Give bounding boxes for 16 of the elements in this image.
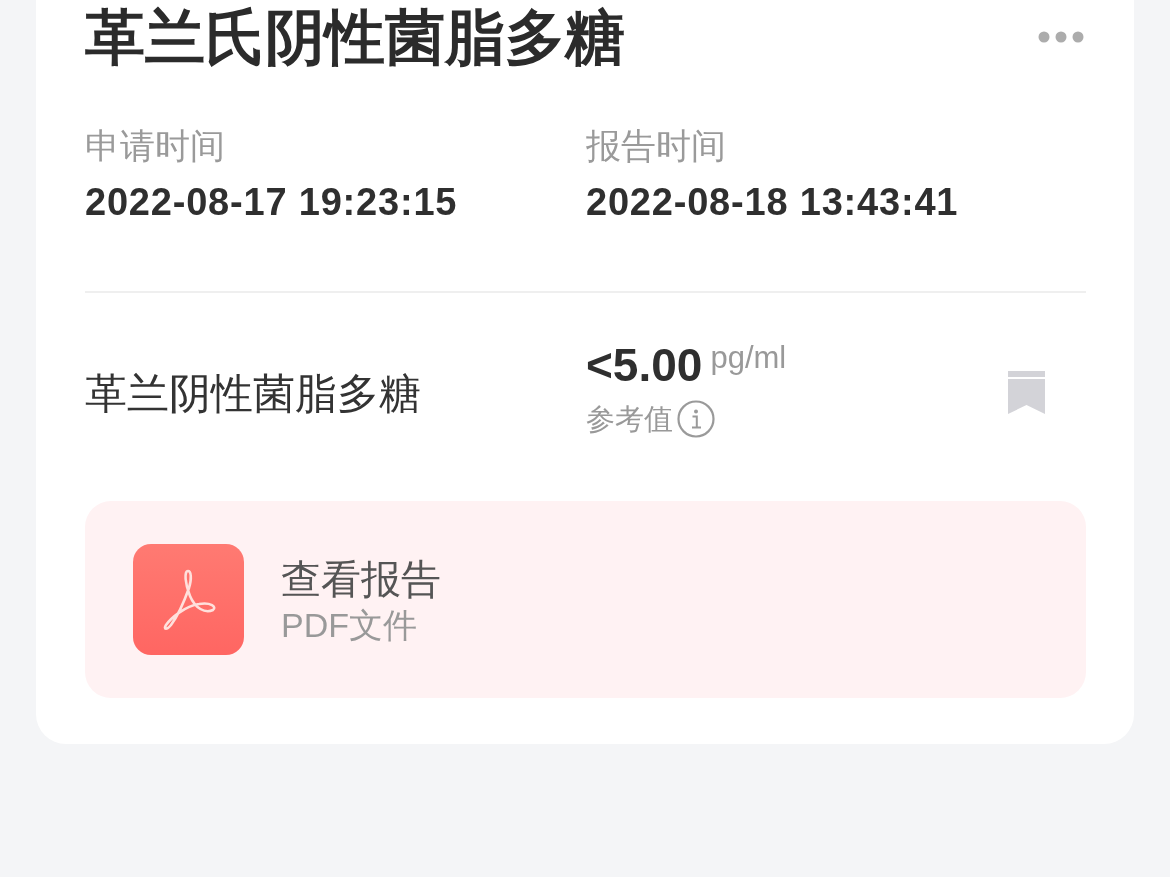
time-label: 报告时间 bbox=[586, 126, 726, 166]
result-unit: pg/ml bbox=[710, 341, 787, 375]
reference-label: 参考值 bbox=[586, 402, 673, 437]
time-value: 2022-08-18 13:43:41 bbox=[586, 180, 959, 224]
more-icon[interactable] bbox=[1038, 31, 1084, 43]
bookmark-icon[interactable] bbox=[1008, 370, 1045, 414]
pdf-icon bbox=[133, 544, 244, 655]
result-value: <5.00 bbox=[586, 341, 703, 389]
time-label: 申请时间 bbox=[85, 126, 225, 166]
report-title: 查看报告 bbox=[281, 555, 441, 603]
time-value: 2022-08-17 19:23:15 bbox=[85, 180, 458, 224]
report-file-card[interactable]: 查看报告 PDF文件 bbox=[85, 501, 1086, 698]
file-type-label: PDF文件 bbox=[281, 604, 417, 646]
info-icon[interactable] bbox=[677, 400, 715, 438]
test-name: 革兰阴性菌脂多糖 bbox=[85, 370, 421, 418]
page-title: 革兰氏阴性菌脂多糖 bbox=[85, 3, 625, 73]
